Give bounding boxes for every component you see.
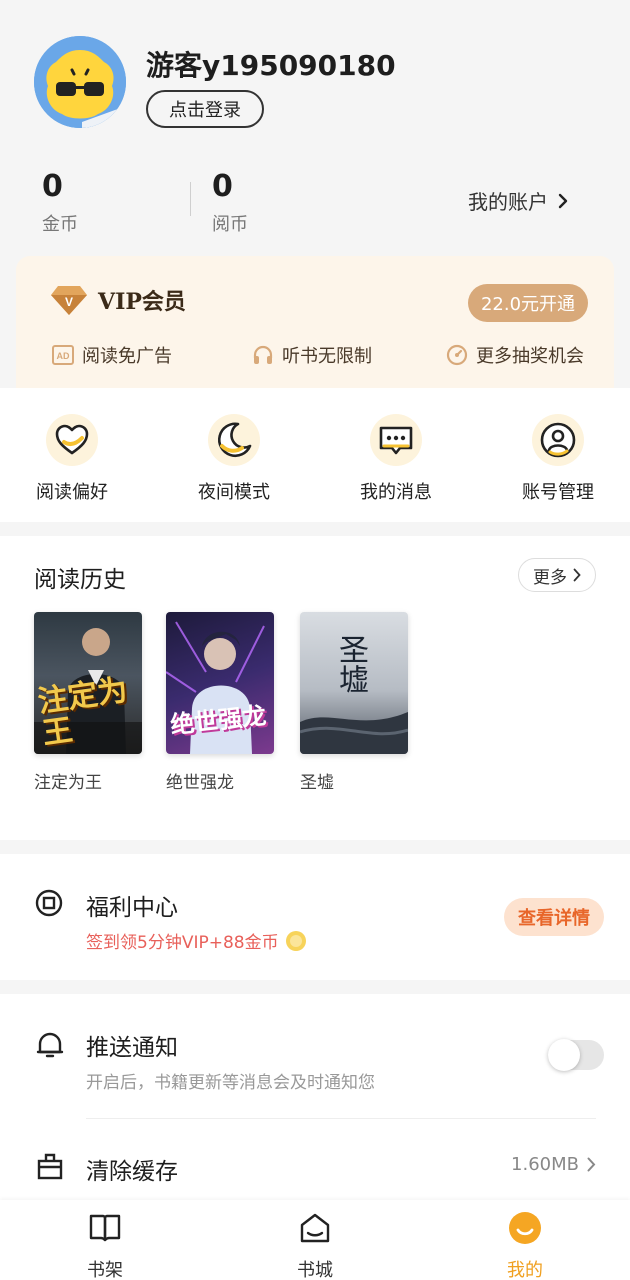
cache-size: 1.60MB: [511, 1154, 579, 1175]
chevron-right-icon: [587, 1157, 596, 1172]
svg-text:V: V: [65, 295, 73, 309]
heart-icon: [46, 414, 98, 466]
night-mode-button[interactable]: 夜间模式: [164, 414, 304, 504]
clear-cache-icon: [37, 1153, 63, 1180]
cover-title-art: 圣墟: [333, 634, 368, 694]
view-details-button[interactable]: 查看详情: [504, 898, 604, 936]
vip-perk-label: 听书无限制: [282, 346, 372, 367]
book-title: 圣墟: [300, 773, 334, 793]
username: 游客y195090180: [146, 49, 396, 82]
gold-value: 0: [42, 169, 63, 204]
vip-title: V VIP会员: [50, 284, 186, 316]
quick-actions: 阅读偏好 夜间模式 我的消息 账号管理: [0, 388, 630, 522]
headphones-icon: [253, 345, 273, 364]
book-item[interactable]: 绝世强龙 绝世强龙: [166, 612, 274, 793]
vip-card[interactable]: V VIP会员 22.0元开通 AD 阅读免广告 听书无限制 更多抽奖机会: [16, 256, 614, 390]
moon-icon: [208, 414, 260, 466]
read-coin-label: 阅币: [212, 214, 248, 235]
vip-diamond-icon: V: [51, 286, 87, 315]
toggle-knob: [548, 1039, 580, 1071]
tab-label: 书架: [87, 1260, 123, 1280]
vip-perk-lottery: 更多抽奖机会: [446, 342, 584, 368]
sunglasses-face-icon: [34, 36, 126, 128]
qa-label: 阅读偏好: [36, 482, 108, 503]
vip-perk-label: 更多抽奖机会: [476, 346, 584, 367]
vip-perk-audio: 听书无限制: [252, 342, 372, 368]
section-title: 阅读历史: [34, 567, 126, 593]
vip-perk-label: 阅读免广告: [82, 346, 172, 367]
book-item[interactable]: 注定为王 注定为王: [34, 612, 142, 793]
coin-icon: [35, 889, 63, 917]
bookshelf-icon: [87, 1210, 123, 1246]
my-messages-button[interactable]: 我的消息: [326, 414, 466, 504]
welfare-center[interactable]: 福利中心 签到领5分钟VIP+88金币 查看详情: [0, 854, 630, 980]
qa-label: 账号管理: [522, 482, 594, 503]
read-coin-value: 0: [212, 169, 233, 204]
tab-label: 书城: [297, 1260, 333, 1280]
welfare-subtitle: 签到领5分钟VIP+88金币: [86, 933, 279, 953]
profile-smile-icon: [507, 1210, 543, 1246]
svg-text:AD: AD: [57, 351, 70, 361]
bell-icon: [36, 1032, 64, 1058]
vip-open-button[interactable]: 22.0元开通: [468, 284, 588, 322]
push-notification-subtitle: 开启后，书籍更新等消息会及时通知您: [86, 1073, 375, 1093]
qa-label: 夜间模式: [198, 482, 270, 503]
book-cover: 注定为王: [34, 612, 142, 754]
chevron-right-icon: [558, 193, 568, 208]
gold-label: 金币: [42, 214, 78, 235]
book-cover: 圣墟: [300, 612, 408, 754]
more-button[interactable]: 更多: [518, 558, 596, 592]
bookstore-icon: [297, 1210, 333, 1246]
book-item[interactable]: 圣墟 圣墟: [300, 612, 408, 793]
reading-preference-button[interactable]: 阅读偏好: [2, 414, 142, 504]
vip-perk-no-ads: AD 阅读免广告: [52, 342, 172, 368]
account-management-button[interactable]: 账号管理: [488, 414, 628, 504]
tab-label: 我的: [507, 1260, 543, 1280]
push-notification-toggle[interactable]: [548, 1039, 604, 1071]
tab-bookstore[interactable]: 书城: [270, 1210, 360, 1280]
user-circle-icon: [532, 414, 584, 466]
book-cover: 绝世强龙: [166, 612, 274, 754]
my-account-label: 我的账户: [468, 190, 548, 214]
gold-stat[interactable]: 0 金币: [42, 170, 78, 236]
lottery-icon: [446, 344, 468, 366]
more-label: 更多: [533, 567, 567, 588]
read-coin-stat[interactable]: 0 阅币: [212, 170, 248, 236]
tab-mine[interactable]: 我的: [480, 1210, 570, 1280]
book-title: 注定为王: [34, 773, 102, 793]
divider: [86, 1118, 596, 1119]
cover-title-art: 注定为王: [35, 672, 130, 752]
clear-cache-title[interactable]: 清除缓存: [86, 1152, 178, 1186]
chevron-right-icon: [573, 568, 581, 582]
login-button[interactable]: 点击登录: [146, 90, 264, 128]
qa-label: 我的消息: [360, 482, 432, 503]
settings-list: 推送通知 开启后，书籍更新等消息会及时通知您 清除缓存 1.60MB: [0, 994, 630, 1200]
vip-title-text: VIP会员: [98, 289, 186, 315]
avatar[interactable]: [34, 36, 126, 128]
message-icon: [370, 414, 422, 466]
book-title: 绝世强龙: [166, 773, 234, 793]
reading-history-section: 阅读历史 更多 注定为王 注定为王 绝世强龙 绝世强龙 圣墟 圣墟: [0, 536, 630, 840]
welfare-subtitle-row: 签到领5分钟VIP+88金币: [86, 928, 307, 953]
clear-cache-row[interactable]: 1.60MB: [511, 1154, 596, 1175]
push-notification-title: 推送通知: [86, 1035, 178, 1061]
bottom-tab-bar: 书架 书城 我的: [0, 1200, 630, 1280]
gold-coin-icon: [285, 930, 306, 951]
tab-bookshelf[interactable]: 书架: [60, 1210, 150, 1280]
my-account-link[interactable]: 我的账户: [468, 186, 568, 215]
stat-divider: [190, 182, 191, 216]
welfare-title: 福利中心: [86, 895, 178, 921]
ad-icon: AD: [52, 345, 74, 365]
